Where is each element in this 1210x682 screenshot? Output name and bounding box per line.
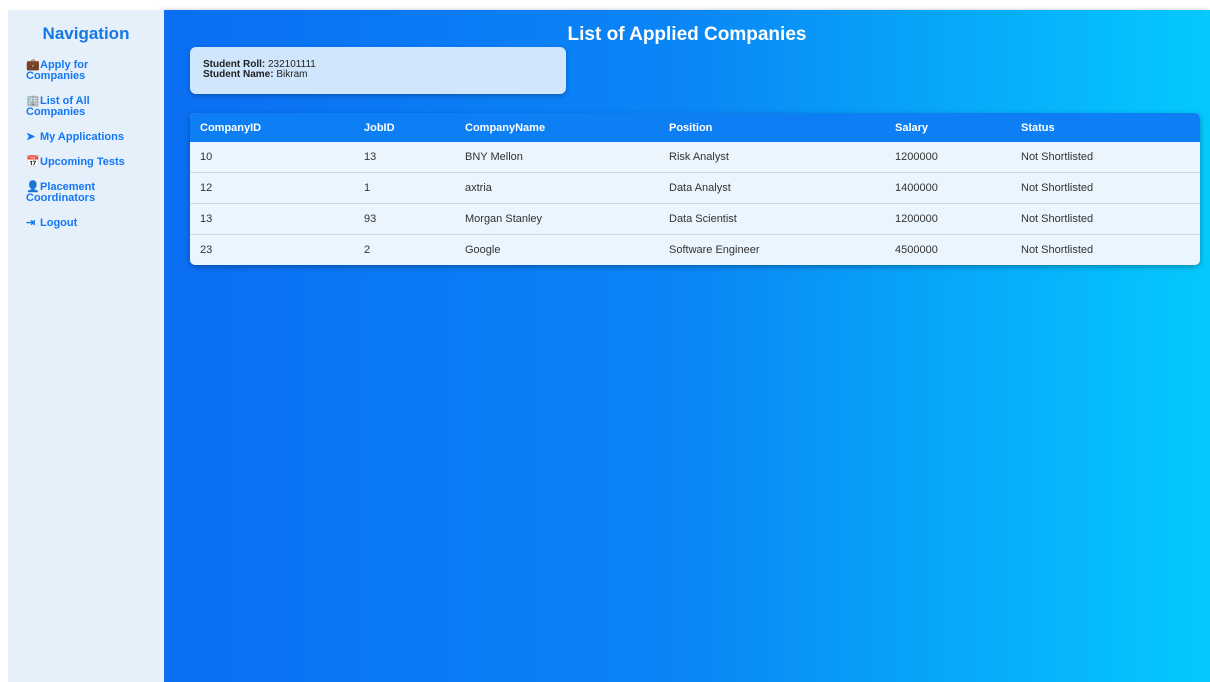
sidebar-item-list-of-all-companies[interactable]: 🏢List of All Companies — [26, 96, 136, 118]
cell-status: Not Shortlisted — [1021, 151, 1094, 163]
cell-status: Not Shortlisted — [1011, 234, 1200, 265]
sidebar-title: Navigation — [42, 24, 130, 43]
column-header-position: Position — [659, 113, 885, 142]
student-name-value: Bikram — [276, 69, 308, 80]
student-info-card: Student Roll: 232101111 Student Name: Bi… — [190, 47, 566, 94]
sidebar-item-label: My Applications — [40, 131, 124, 143]
table-header-row: CompanyID JobID CompanyName Position Sal… — [190, 113, 1200, 142]
cell-position: Data Analyst — [659, 172, 885, 204]
cell-position: Software Engineer — [659, 234, 885, 265]
cell-job-id: 93 — [354, 203, 455, 235]
page-title: List of Applied Companies — [567, 24, 807, 45]
cell-position: Data Scientist — [659, 203, 885, 235]
table-row: 12 1 axtria Data Analyst 1400000 Not Sho… — [190, 172, 1200, 204]
cell-company-name: axtria — [455, 172, 659, 204]
page-frame: Navigation 💼Apply for Companies 🏢List of… — [8, 10, 1210, 682]
applied-companies-table-container: CompanyID JobID CompanyName Position Sal… — [190, 113, 1200, 265]
cell-salary: 1400000 — [885, 172, 1011, 204]
cell-company-id: 23 — [190, 234, 354, 265]
cell-position: Risk Analyst — [669, 151, 729, 163]
main-content: List of Applied Companies Student Roll: … — [164, 10, 1210, 682]
sidebar: Navigation 💼Apply for Companies 🏢List of… — [8, 10, 164, 682]
top-strip — [0, 0, 1210, 10]
cell-job-id: 13 — [364, 151, 377, 163]
cell-status: Not Shortlisted — [1011, 172, 1200, 204]
table-row: 23 2 Google Software Engineer 4500000 No… — [190, 234, 1200, 265]
paper-plane-icon: ➤ — [26, 131, 36, 143]
cell-salary: 4500000 — [885, 234, 1011, 265]
cell-company-name: Morgan Stanley — [455, 203, 659, 235]
logout-icon: ⇥ — [26, 217, 36, 229]
sidebar-item-logout[interactable]: ⇥ Logout — [26, 218, 136, 229]
student-name-label: Student Name: — [203, 69, 274, 80]
applied-companies-table: CompanyID JobID CompanyName Position Sal… — [190, 113, 1200, 265]
cell-company-name: BNY Mellon — [465, 151, 523, 163]
column-header-company-name: CompanyName — [455, 113, 659, 142]
column-header-status: Status — [1011, 113, 1200, 142]
cell-job-id: 1 — [354, 172, 455, 204]
sidebar-item-placement-coordinators[interactable]: 👤Placement Coordinators — [26, 182, 136, 204]
cell-salary: 1200000 — [895, 151, 938, 163]
column-header-job-id: JobID — [354, 113, 455, 142]
cell-salary: 1200000 — [885, 203, 1011, 235]
column-header-company-id: CompanyID — [190, 113, 354, 142]
student-name: Student Name: Bikram — [203, 70, 566, 80]
sidebar-item-apply-for-companies[interactable]: 💼Apply for Companies — [26, 60, 136, 82]
cell-company-id: 10 — [200, 151, 213, 163]
sidebar-item-label: Logout — [40, 217, 78, 229]
sidebar-item-my-applications[interactable]: ➤ My Applications — [26, 132, 136, 143]
cell-job-id: 2 — [354, 234, 455, 265]
sidebar-item-upcoming-tests[interactable]: 📅Upcoming Tests — [26, 157, 136, 168]
table-row: 10 13 BNY Mellon Risk Analyst 1200000 No… — [190, 142, 1200, 173]
sidebar-item-label: Upcoming Tests — [40, 156, 125, 168]
cell-status: Not Shortlisted — [1011, 203, 1200, 235]
table-row: 13 93 Morgan Stanley Data Scientist 1200… — [190, 203, 1200, 235]
column-header-salary: Salary — [885, 113, 1011, 142]
cell-company-name: Google — [455, 234, 659, 265]
calendar-icon: 📅 — [26, 156, 40, 168]
cell-company-id: 12 — [190, 172, 354, 204]
cell-company-id: 13 — [190, 203, 354, 235]
